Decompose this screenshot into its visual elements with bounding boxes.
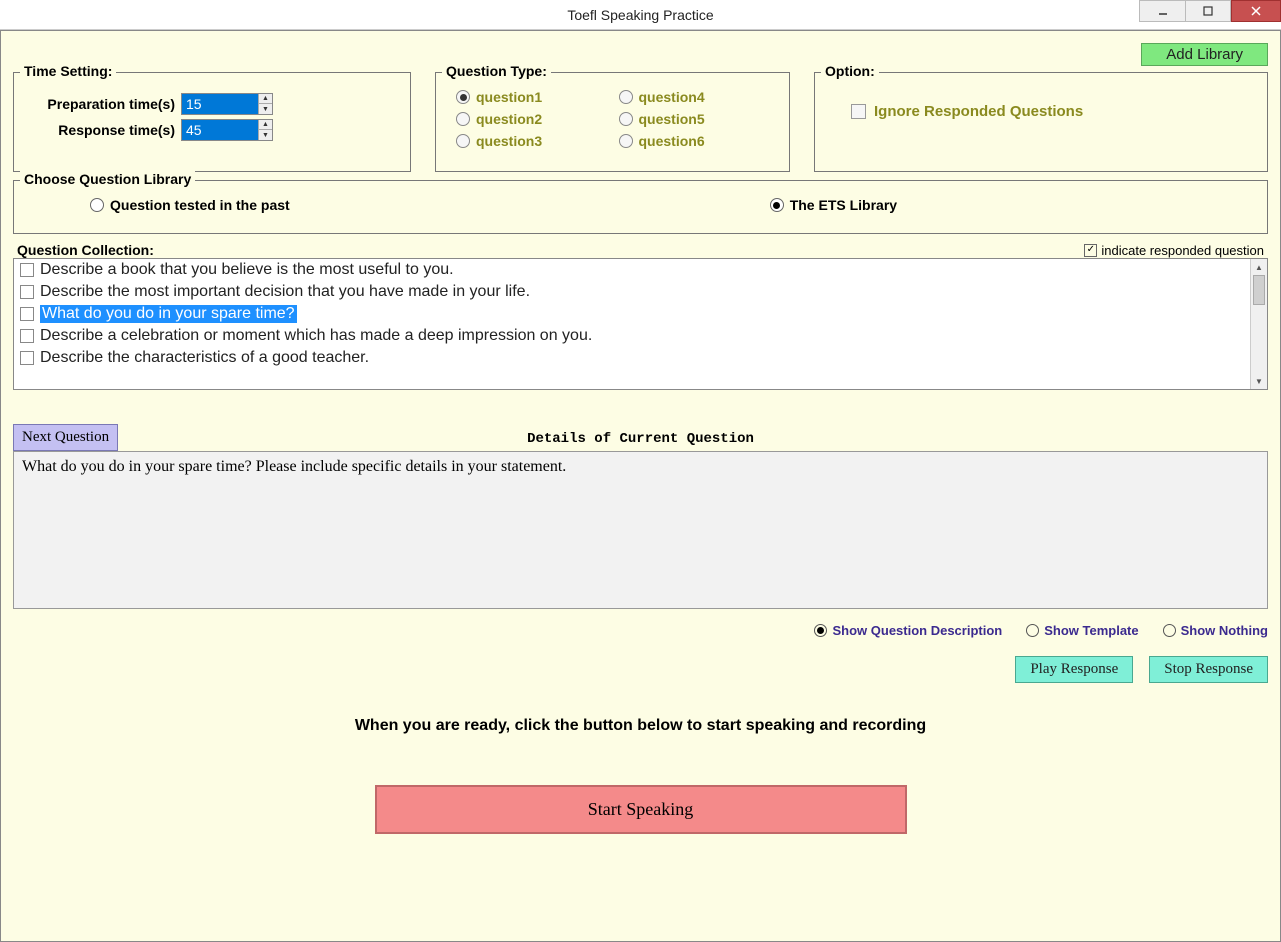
ignore-responded-label: Ignore Responded Questions [874, 103, 1083, 120]
scroll-thumb[interactable] [1253, 275, 1265, 305]
question-type-panel: Question Type: question1 question4 quest… [435, 72, 790, 172]
window-title: Toefl Speaking Practice [567, 7, 713, 23]
prep-time-down-button[interactable]: ▼ [259, 104, 272, 114]
next-question-button[interactable]: Next Question [13, 424, 118, 451]
checkbox-icon[interactable] [20, 351, 34, 365]
question-type-radio-1[interactable]: question1 [456, 89, 607, 105]
list-item-label: Describe a book that you believe is the … [40, 261, 454, 279]
resp-time-down-button[interactable]: ▼ [259, 130, 272, 140]
prep-time-up-button[interactable]: ▲ [259, 94, 272, 104]
show-template-radio[interactable]: Show Template [1026, 623, 1138, 638]
list-item-label: Describe the characteristics of a good t… [40, 349, 369, 367]
question-type-radio-5[interactable]: question5 [619, 111, 770, 127]
details-box: What do you do in your spare time? Pleas… [13, 451, 1268, 609]
list-item-label: Describe the most important decision tha… [40, 283, 530, 301]
resp-time-up-button[interactable]: ▲ [259, 120, 272, 130]
maximize-button[interactable] [1185, 0, 1231, 22]
scroll-down-button[interactable]: ▼ [1251, 373, 1267, 389]
title-bar: Toefl Speaking Practice [0, 0, 1281, 30]
ignore-responded-check[interactable]: Ignore Responded Questions [827, 89, 1255, 120]
show-nothing-radio[interactable]: Show Nothing [1163, 623, 1268, 638]
library-legend: Choose Question Library [20, 171, 195, 187]
time-setting-legend: Time Setting: [20, 63, 116, 79]
checkbox-icon[interactable] [20, 329, 34, 343]
library-radio-past[interactable]: Question tested in the past [90, 197, 290, 213]
checkbox-icon: ✓ [1084, 244, 1097, 257]
list-item[interactable]: Describe a celebration or moment which h… [14, 325, 1250, 347]
checkbox-icon[interactable] [20, 307, 34, 321]
show-description-radio[interactable]: Show Question Description [814, 623, 1002, 638]
indicate-responded-check[interactable]: ✓ indicate responded question [1084, 243, 1264, 258]
list-item-label: What do you do in your spare time? [40, 305, 297, 323]
stop-response-button[interactable]: Stop Response [1149, 656, 1268, 683]
close-button[interactable] [1231, 0, 1281, 22]
add-library-button[interactable]: Add Library [1141, 43, 1268, 66]
scrollbar[interactable]: ▲ ▼ [1250, 259, 1267, 389]
prep-time-label: Preparation time(s) [26, 96, 181, 112]
question-type-legend: Question Type: [442, 63, 551, 79]
time-setting-panel: Time Setting: Preparation time(s) ▲ ▼ Re… [13, 72, 411, 172]
question-type-radio-2[interactable]: question2 [456, 111, 607, 127]
list-item[interactable]: What do you do in your spare time? [14, 303, 1250, 325]
minimize-button[interactable] [1139, 0, 1185, 22]
play-response-button[interactable]: Play Response [1015, 656, 1133, 683]
list-item-label: Describe a celebration or moment which h… [40, 327, 592, 345]
list-item[interactable]: Describe a book that you believe is the … [14, 259, 1250, 281]
prep-time-input[interactable] [182, 94, 258, 114]
question-type-radio-4[interactable]: question4 [619, 89, 770, 105]
question-type-radio-6[interactable]: question6 [619, 133, 770, 149]
scroll-up-button[interactable]: ▲ [1251, 259, 1267, 275]
collection-label: Question Collection: [17, 242, 154, 258]
checkbox-icon[interactable] [20, 285, 34, 299]
list-item[interactable]: Describe the characteristics of a good t… [14, 347, 1250, 369]
question-type-radio-3[interactable]: question3 [456, 133, 607, 149]
resp-time-input[interactable] [182, 120, 258, 140]
ready-text: When you are ready, click the button bel… [13, 717, 1268, 735]
library-radio-ets[interactable]: The ETS Library [770, 197, 897, 213]
option-legend: Option: [821, 63, 879, 79]
list-item[interactable]: Describe the most important decision tha… [14, 281, 1250, 303]
details-title: Details of Current Question [13, 431, 1268, 447]
library-panel: Choose Question Library Question tested … [13, 180, 1268, 234]
resp-time-label: Response time(s) [26, 122, 181, 138]
start-speaking-button[interactable]: Start Speaking [375, 785, 907, 834]
question-collection-list[interactable]: Describe a book that you believe is the … [13, 258, 1268, 390]
checkbox-icon [851, 104, 866, 119]
checkbox-icon[interactable] [20, 263, 34, 277]
option-panel: Option: Ignore Responded Questions [814, 72, 1268, 172]
